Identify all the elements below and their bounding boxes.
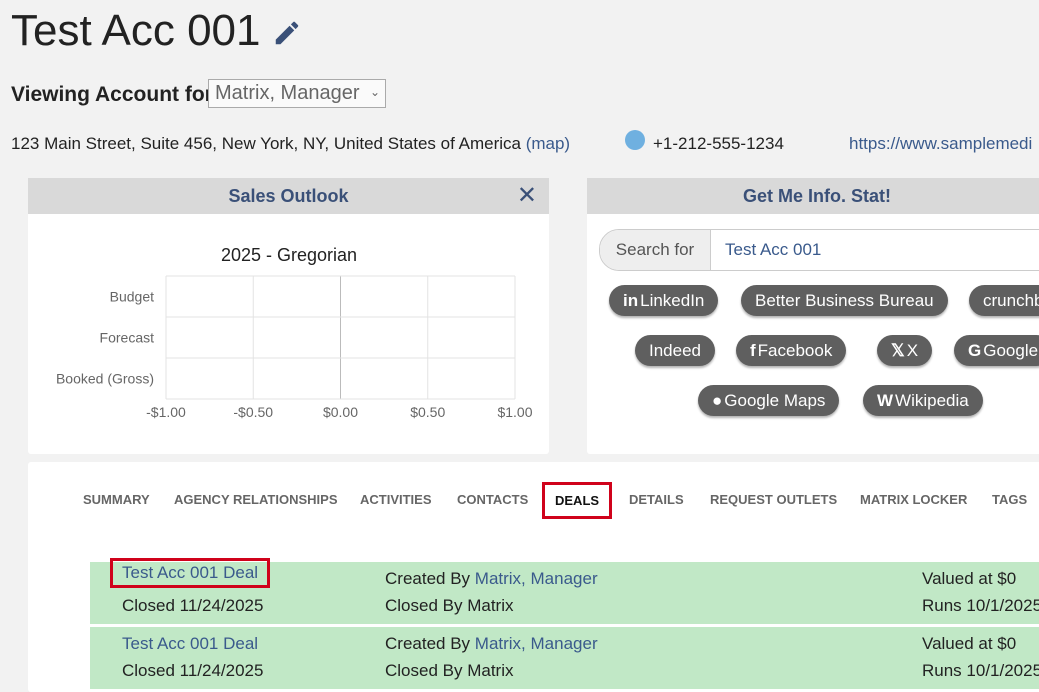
get-me-info-title: Get Me Info. Stat!: [743, 186, 891, 206]
deal-closed-by: Closed By Matrix: [385, 596, 514, 615]
account-tabs-panel: SUMMARY AGENCY RELATIONSHIPS ACTIVITIES …: [28, 462, 1039, 692]
phone-icon: [625, 130, 645, 150]
get-me-info-header: Get Me Info. Stat!: [587, 178, 1039, 214]
map-pin-icon: ●: [712, 391, 723, 410]
deal-name-link[interactable]: Test Acc 001 Deal: [122, 634, 258, 654]
wikipedia-icon: W: [877, 391, 894, 410]
website-link[interactable]: https://www.samplemedi: [849, 134, 1032, 154]
deal-created-by: Created By Matrix, Manager: [385, 569, 598, 588]
tab-summary[interactable]: SUMMARY: [83, 492, 150, 507]
tab-deals[interactable]: DEALS: [542, 482, 613, 519]
linkedin-button[interactable]: in LinkedIn: [609, 285, 719, 316]
tab-agency-relationships[interactable]: AGENCY RELATIONSHIPS: [174, 492, 337, 507]
close-icon[interactable]: ✕: [517, 184, 537, 208]
search-for-label: Search for: [600, 230, 711, 270]
map-link[interactable]: (map): [526, 134, 570, 153]
address-text: 123 Main Street, Suite 456, New York, NY…: [11, 134, 521, 153]
y-category-label: Budget: [110, 289, 154, 305]
deal-row[interactable]: Test Acc 001 Deal Closed 11/24/2025 Crea…: [90, 558, 1039, 624]
get-me-info-panel: Get Me Info. Stat! Search for Test Acc 0…: [587, 178, 1039, 454]
google-icon: G: [968, 341, 982, 360]
viewing-account-select[interactable]: Matrix, Manager ⌄: [208, 79, 386, 108]
indeed-button[interactable]: Indeed: [635, 335, 715, 366]
y-category-label: Forecast: [100, 330, 155, 346]
viewing-account-value: Matrix, Manager: [215, 82, 360, 104]
x-icon: 𝕏: [891, 341, 905, 360]
x-tick-label: $1.00: [497, 404, 532, 420]
deal-row[interactable]: Test Acc 001 Deal Closed 11/24/2025 Crea…: [90, 627, 1039, 689]
bbb-button[interactable]: Better Business Bureau: [741, 285, 948, 316]
creator-link[interactable]: Matrix, Manager: [475, 569, 598, 588]
tab-tags[interactable]: TAGS: [992, 492, 1027, 507]
chevron-down-icon: ⌄: [369, 85, 380, 99]
x-tick-label: -$0.50: [233, 404, 273, 420]
google-button[interactable]: G Google: [954, 335, 1039, 366]
deal-closed-date: Closed 11/24/2025: [122, 661, 264, 680]
google-maps-button[interactable]: ● Google Maps: [698, 385, 840, 416]
page-title: Test Acc 001: [11, 6, 261, 55]
deal-created-by: Created By Matrix, Manager: [385, 634, 598, 653]
x-tick-label: $0.50: [410, 404, 445, 420]
facebook-button[interactable]: f Facebook: [736, 335, 847, 366]
tab-activities[interactable]: ACTIVITIES: [360, 492, 432, 507]
sales-outlook-panel: Sales Outlook ✕ 2025 - Gregorian -$1.00 -$…: [28, 178, 549, 454]
viewing-account-label: Viewing Account for:: [11, 83, 220, 106]
creator-link[interactable]: Matrix, Manager: [475, 634, 598, 653]
deal-value: Valued at $0: [922, 634, 1017, 653]
x-tick-label: $0.00: [323, 404, 358, 420]
sales-outlook-title: Sales Outlook: [228, 186, 349, 206]
tab-request-outlets[interactable]: REQUEST OUTLETS: [710, 492, 837, 507]
search-input[interactable]: Test Acc 001: [725, 230, 821, 270]
crunchbase-button[interactable]: crunchb: [969, 285, 1039, 316]
sales-outlook-header: Sales Outlook: [28, 178, 549, 214]
deal-closed-by: Closed By Matrix: [385, 661, 514, 680]
deal-runs: Runs 10/1/2025: [922, 661, 1039, 680]
deal-closed-date: Closed 11/24/2025: [122, 596, 264, 615]
phone-number[interactable]: +1-212-555-1234: [653, 134, 784, 154]
x-tick-label: -$1.00: [146, 404, 186, 420]
account-address: 123 Main Street, Suite 456, New York, NY…: [11, 134, 570, 154]
linkedin-icon: in: [623, 291, 639, 310]
tab-matrix-locker[interactable]: MATRIX LOCKER: [860, 492, 967, 507]
tab-details[interactable]: DETAILS: [629, 492, 684, 507]
facebook-icon: f: [750, 341, 756, 360]
info-search-group: Search for Test Acc 001: [599, 229, 1039, 271]
deal-name-link[interactable]: Test Acc 001 Deal: [110, 558, 271, 588]
wikipedia-button[interactable]: W Wikipedia: [863, 385, 983, 416]
x-button[interactable]: 𝕏X: [877, 335, 933, 366]
deal-value: Valued at $0: [922, 569, 1017, 588]
y-category-label: Booked (Gross): [56, 371, 154, 387]
deal-runs: Runs 10/1/2025: [922, 596, 1039, 615]
sales-outlook-chart: 2025 - Gregorian -$1.00 -$0.50 $0.00 $0.50 $1…: [56, 245, 533, 420]
pencil-edit-icon[interactable]: [272, 18, 302, 48]
chart-title: 2025 - Gregorian: [221, 245, 357, 265]
tab-contacts[interactable]: CONTACTS: [457, 492, 528, 507]
